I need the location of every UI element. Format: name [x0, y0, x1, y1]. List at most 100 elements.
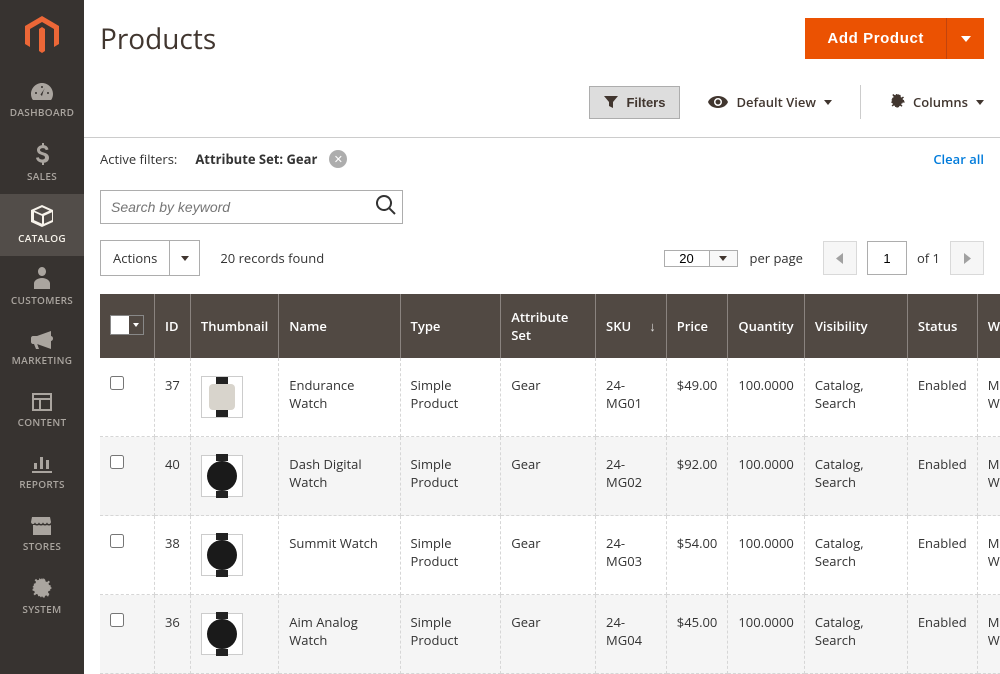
layout-icon [32, 393, 52, 411]
of-pages-label: of 1 [917, 249, 940, 267]
gear-icon [32, 578, 52, 598]
actions-dropdown[interactable]: Actions [100, 240, 200, 276]
cell-website: Main Websi [977, 516, 1000, 595]
gear-icon [889, 94, 905, 110]
cell-sku: 24-MG04 [596, 595, 667, 674]
col-sku-header[interactable]: SKU↓ [596, 294, 667, 358]
table-row[interactable]: 37 Endurance Watch Simple Product Gear 2… [100, 358, 1000, 437]
cell-id: 38 [155, 516, 191, 595]
prev-page-button[interactable] [823, 241, 857, 275]
cell-id: 37 [155, 358, 191, 437]
table-row[interactable]: 36 Aim Analog Watch Simple Product Gear … [100, 595, 1000, 674]
cell-status: Enabled [907, 437, 977, 516]
cell-website: Main Websi [977, 437, 1000, 516]
cell-id: 40 [155, 437, 191, 516]
col-thumbnail-header[interactable]: Thumbnail [190, 294, 278, 358]
filters-button[interactable]: Filters [589, 86, 680, 119]
cell-attrset: Gear [501, 437, 596, 516]
add-product-button[interactable]: Add Product [805, 18, 946, 59]
nav-customers[interactable]: CUSTOMERS [0, 256, 84, 318]
cell-price: $92.00 [666, 437, 728, 516]
col-status-header[interactable]: Status [907, 294, 977, 358]
col-attrset-header[interactable]: Attribute Set [501, 294, 596, 358]
eye-icon [708, 96, 728, 108]
col-checkbox-header[interactable] [100, 294, 155, 358]
col-name-header[interactable]: Name [279, 294, 400, 358]
chevron-down-icon [133, 323, 139, 327]
columns-label: Columns [913, 93, 968, 111]
row-checkbox[interactable] [110, 534, 124, 548]
row-checkbox[interactable] [110, 613, 124, 627]
records-found: 20 records found [220, 249, 324, 267]
magento-logo[interactable] [0, 0, 84, 70]
col-price-header[interactable]: Price [666, 294, 728, 358]
col-id-header[interactable]: ID [155, 294, 191, 358]
cell-thumbnail [190, 516, 278, 595]
table-row[interactable]: 40 Dash Digital Watch Simple Product Gea… [100, 437, 1000, 516]
cell-website: Main Websi [977, 358, 1000, 437]
page-title: Products [100, 20, 216, 58]
store-icon [31, 517, 53, 535]
nav-content[interactable]: CONTENT [0, 380, 84, 442]
nav-marketing[interactable]: MARKETING [0, 318, 84, 380]
nav-sales[interactable]: SALES [0, 132, 84, 194]
chevron-down-icon [719, 256, 727, 261]
funnel-icon [604, 96, 618, 108]
chevron-down-icon [976, 100, 984, 105]
chevron-down-icon [961, 36, 971, 42]
row-checkbox[interactable] [110, 455, 124, 469]
cell-attrset: Gear [501, 595, 596, 674]
row-checkbox[interactable] [110, 376, 124, 390]
product-thumbnail [201, 376, 243, 418]
remove-filter-button[interactable]: ✕ [329, 150, 347, 168]
actions-label: Actions [101, 241, 169, 275]
nav-label: DASHBOARD [10, 105, 74, 119]
admin-sidebar: DASHBOARD SALES CATALOG CUSTOMERS MARKET… [0, 0, 84, 674]
columns-button[interactable]: Columns [889, 93, 984, 111]
cell-type: Simple Product [400, 358, 501, 437]
cell-name: Summit Watch [279, 516, 400, 595]
cell-attrset: Gear [501, 516, 596, 595]
filters-label: Filters [626, 95, 665, 110]
actions-toggle[interactable] [169, 241, 199, 275]
col-website-header[interactable]: Websi [977, 294, 1000, 358]
page-size-toggle[interactable] [709, 251, 737, 266]
next-page-button[interactable] [950, 241, 984, 275]
col-type-header[interactable]: Type [400, 294, 501, 358]
dashboard-icon [31, 83, 53, 101]
nav-catalog[interactable]: CATALOG [0, 194, 84, 256]
cell-qty: 100.0000 [728, 516, 804, 595]
col-visibility-header[interactable]: Visibility [804, 294, 907, 358]
megaphone-icon [31, 331, 53, 349]
default-view-button[interactable]: Default View [708, 93, 831, 111]
nav-label: CATALOG [18, 231, 66, 245]
page-input[interactable] [867, 241, 907, 275]
col-qty-header[interactable]: Quantity [728, 294, 804, 358]
cell-thumbnail [190, 437, 278, 516]
product-thumbnail [201, 534, 243, 576]
cell-qty: 100.0000 [728, 437, 804, 516]
search-icon [376, 195, 396, 215]
cell-status: Enabled [907, 358, 977, 437]
page-size-select[interactable] [664, 250, 738, 267]
cell-qty: 100.0000 [728, 595, 804, 674]
cell-thumbnail [190, 358, 278, 437]
table-row[interactable]: 38 Summit Watch Simple Product Gear 24-M… [100, 516, 1000, 595]
search-button[interactable] [376, 195, 396, 219]
page-size-input[interactable] [665, 251, 709, 266]
nav-dashboard[interactable]: DASHBOARD [0, 70, 84, 132]
cell-id: 36 [155, 595, 191, 674]
add-product-dropdown-toggle[interactable] [946, 18, 984, 59]
nav-system[interactable]: SYSTEM [0, 566, 84, 628]
cell-visibility: Catalog, Search [804, 516, 907, 595]
search-input[interactable] [101, 191, 402, 223]
chart-icon [32, 455, 52, 473]
nav-label: CUSTOMERS [11, 293, 73, 307]
nav-stores[interactable]: STORES [0, 504, 84, 566]
toolbar-divider [860, 85, 861, 119]
clear-all-link[interactable]: Clear all [933, 150, 984, 168]
nav-reports[interactable]: REPORTS [0, 442, 84, 504]
chevron-right-icon [964, 253, 971, 264]
cell-website: Main Websi [977, 595, 1000, 674]
cell-price: $45.00 [666, 595, 728, 674]
